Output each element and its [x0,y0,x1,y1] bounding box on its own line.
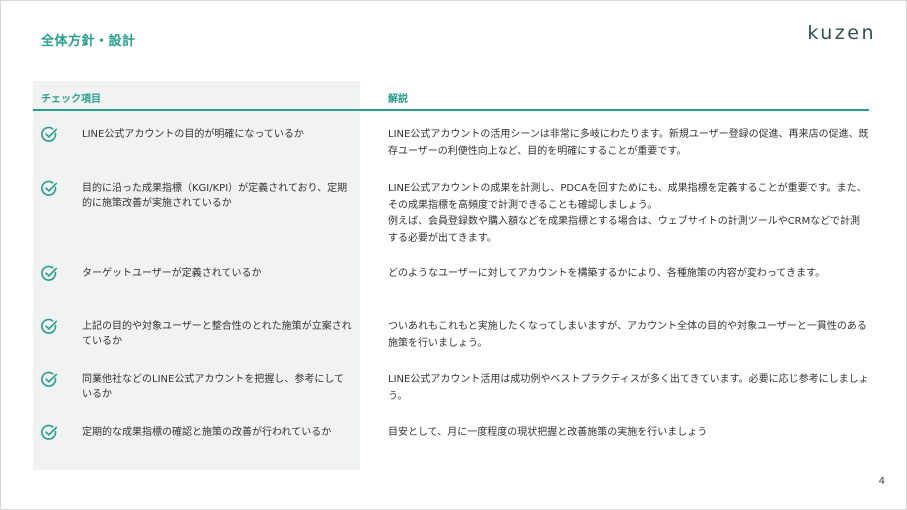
description-text: ついあれもこれもと実施したくなってしまいますが、アカウント全体の目的や対象ユーザ… [388,321,867,349]
check-circle-icon [41,318,58,334]
description-text: LINE公式アカウントの活用シーンは非常に多岐にわたります。新規ユーザー登録の促… [388,129,869,157]
page-title: 全体方針・設計 [41,34,136,49]
description-column-header: 解説 [388,94,408,105]
checklist-table: チェック項目 解説 LINE公式アカウントの目的が明確になっているか LINE公… [33,81,869,471]
check-column-header: チェック項目 [41,94,101,105]
check-item-text: 定期的な成果指標の確認と施策の改善が行われているか [82,427,332,438]
check-circle-icon [41,265,58,281]
description-text: 目安として、月に一度程度の現状把握と改善施策の実施を行いましょう [388,427,708,438]
header-divider [33,109,869,111]
check-circle-icon [41,180,58,196]
description-text: LINE公式アカウントの成果を計測し、PDCAを回すためにも、成果指標を定義する… [388,183,867,244]
check-item-text: 同業他社などのLINE公式アカウントを把握し、参考にしているか [82,374,345,400]
check-circle-icon [41,424,58,440]
description-text: LINE公式アカウント活用は成功例やベストプラクティスが多く出てきています。必要… [388,374,869,402]
check-item-text: 目的に沿った成果指標（KGI/KPI）が定義されており、定期的に施策改善が実施さ… [82,183,348,209]
check-circle-icon [41,126,58,142]
check-circle-icon [41,371,58,387]
check-item-text: 上記の目的や対象ユーザーと整合性のとれた施策が立案されているか [82,321,352,347]
slide: 全体方針・設計 kuzen チェック項目 解説 LINE公式アカウントの目的が明… [0,0,907,510]
check-item-text: LINE公式アカウントの目的が明確になっているか [82,129,304,140]
check-item-text: ターゲットユーザーが定義されているか [82,268,262,279]
kuzen-logo: kuzen [807,22,876,44]
page-number: 4 [878,476,885,487]
description-text: どのようなユーザーに対してアカウントを構築するかにより、各種施策の内容が変わって… [388,268,826,279]
